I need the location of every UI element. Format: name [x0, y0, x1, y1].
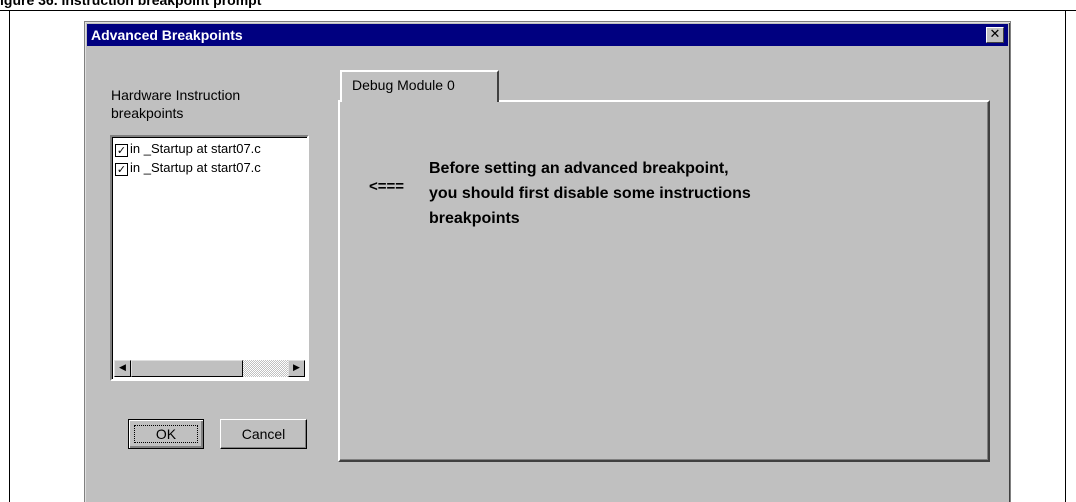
scroll-right-button[interactable]: ▶: [288, 360, 305, 377]
dialog-title: Advanced Breakpoints: [91, 27, 243, 43]
list-item-text: in _Startup at start07.c: [130, 160, 261, 175]
chevron-right-icon: ▶: [293, 363, 300, 373]
hardware-breakpoints-label: Hardware Instruction breakpoints: [111, 86, 311, 122]
tab-debug-module-0[interactable]: Debug Module 0: [340, 70, 499, 102]
list-item[interactable]: ✓ in _Startup at start07.c: [115, 140, 261, 157]
dialog-titlebar[interactable]: Advanced Breakpoints ✕: [87, 24, 1008, 46]
hardware-label-line1: Hardware Instruction: [111, 87, 241, 103]
list-item-text: in _Startup at start07.c: [130, 141, 261, 156]
check-icon[interactable]: ✓: [115, 144, 128, 157]
ok-button[interactable]: OK: [128, 419, 204, 449]
ok-label: OK: [155, 426, 177, 442]
scroll-left-button[interactable]: ◀: [114, 360, 131, 377]
close-icon: ✕: [989, 27, 1001, 42]
cancel-button[interactable]: Cancel: [220, 419, 307, 449]
hardware-breakpoints-list[interactable]: ✓ in _Startup at start07.c ✓ in _Startup a…: [110, 135, 309, 381]
figure-caption: igure 36. Instruction breakpoint prompt: [0, 0, 262, 8]
left-arrow-indicator: <===: [369, 178, 405, 195]
list-item[interactable]: ✓ in _Startup at start07.c: [115, 159, 261, 176]
hardware-label-line2: breakpoints: [111, 105, 184, 121]
tab-label: Debug Module 0: [352, 77, 455, 93]
message-line: breakpoints: [429, 210, 520, 227]
warning-message: Before setting an advanced breakpoint, y…: [429, 156, 751, 231]
check-icon[interactable]: ✓: [115, 163, 128, 176]
tab-panel: <=== Before setting an advanced breakpoi…: [338, 100, 990, 462]
close-button[interactable]: ✕: [986, 27, 1004, 43]
scrollbar-thumb[interactable]: [131, 360, 243, 377]
advanced-breakpoints-dialog: Advanced Breakpoints ✕ Hardware Instruct…: [84, 21, 1011, 502]
message-line: you should first disable some instructio…: [429, 185, 751, 202]
chevron-left-icon: ◀: [119, 363, 126, 373]
cancel-label: Cancel: [241, 426, 286, 442]
message-line: Before setting an advanced breakpoint,: [429, 160, 729, 177]
horizontal-scrollbar[interactable]: ◀ ▶: [114, 360, 305, 377]
